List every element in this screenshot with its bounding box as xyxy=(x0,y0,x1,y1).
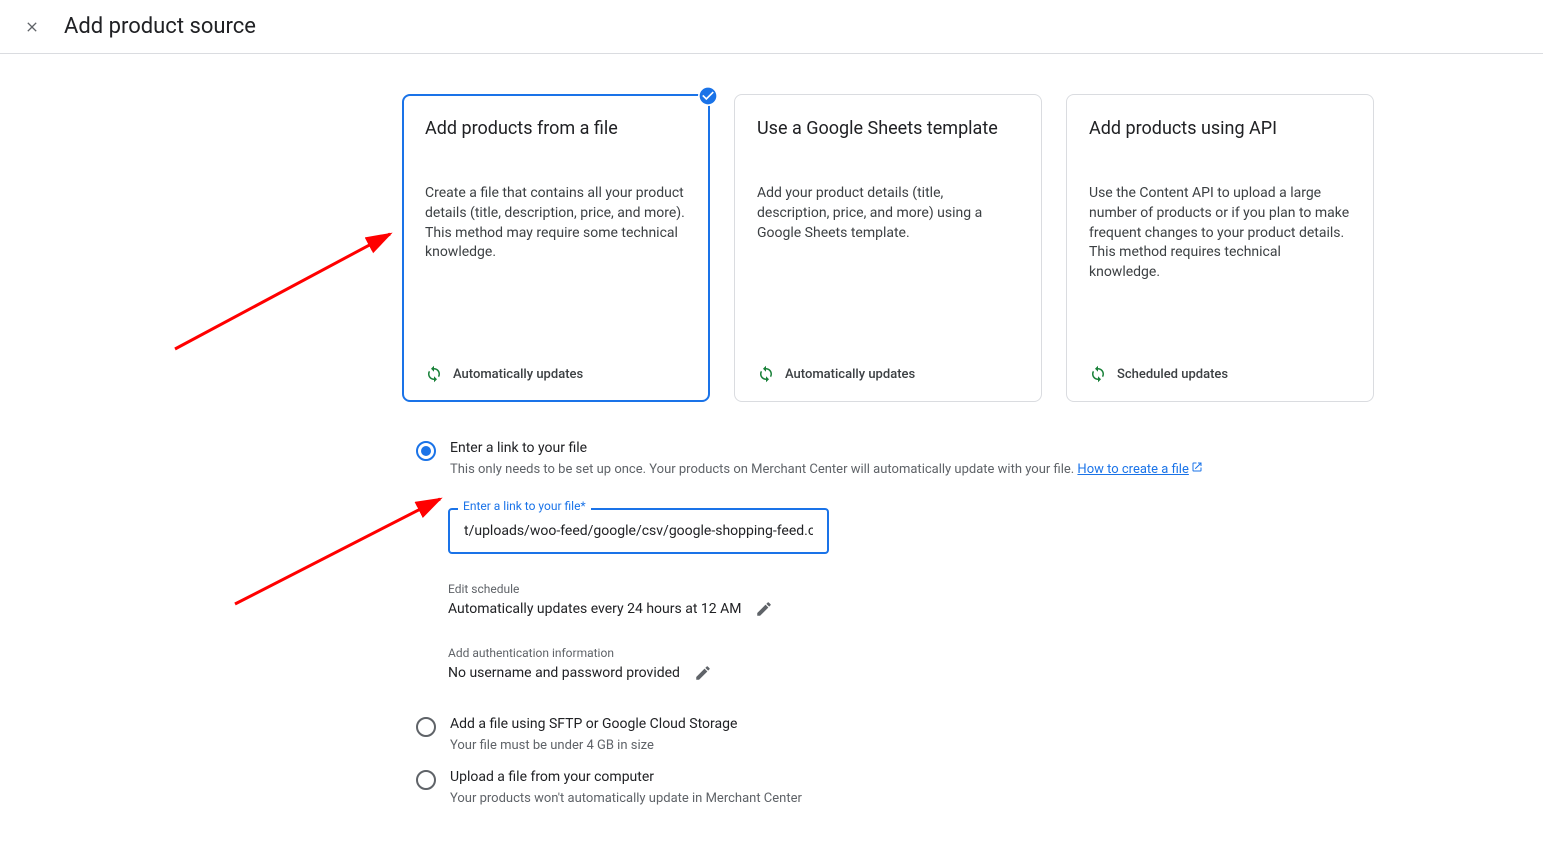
radio-subtitle: Your file must be under 4 GB in size xyxy=(450,736,1400,756)
schedule-value: Automatically updates every 24 hours at … xyxy=(448,601,741,617)
radio-title: Enter a link to your file xyxy=(450,440,1400,456)
open-in-new-icon xyxy=(1191,460,1203,480)
radio-subtitle: This only needs to be set up once. Your … xyxy=(450,460,1400,480)
card-add-from-file[interactable]: Add products from a file Create a file t… xyxy=(402,94,710,402)
pencil-icon xyxy=(694,664,712,682)
radio-enter-link[interactable] xyxy=(416,441,436,461)
pencil-icon xyxy=(755,600,773,618)
card-description: Create a file that contains all your pro… xyxy=(425,184,687,365)
card-footer-text: Automatically updates xyxy=(785,367,915,382)
edit-auth-button[interactable] xyxy=(694,664,712,682)
auth-value: No username and password provided xyxy=(448,665,680,681)
card-description: Use the Content API to upload a large nu… xyxy=(1089,184,1351,365)
card-footer-text: Automatically updates xyxy=(453,367,583,382)
radio-title: Add a file using SFTP or Google Cloud St… xyxy=(450,716,1400,732)
radio-title: Upload a file from your computer xyxy=(450,769,1400,785)
radio-subtitle: Your products won't automatically update… xyxy=(450,789,1400,809)
radio-sftp[interactable] xyxy=(416,717,436,737)
sync-icon xyxy=(1089,365,1107,383)
auth-label: Add authentication information xyxy=(448,646,1400,660)
card-title: Add products using API xyxy=(1089,117,1351,140)
card-title: Add products from a file xyxy=(425,117,687,140)
card-api[interactable]: Add products using API Use the Content A… xyxy=(1066,94,1374,402)
page-title: Add product source xyxy=(64,14,256,39)
sync-icon xyxy=(757,365,775,383)
sync-icon xyxy=(425,365,443,383)
close-icon xyxy=(24,19,40,35)
annotation-arrow-2 xyxy=(230,489,450,609)
how-to-create-file-link[interactable]: How to create a file xyxy=(1077,462,1188,477)
card-footer-text: Scheduled updates xyxy=(1117,367,1228,382)
annotation-arrow-1 xyxy=(170,224,400,354)
radio-upload[interactable] xyxy=(416,770,436,790)
card-title: Use a Google Sheets template xyxy=(757,117,1019,140)
file-link-input[interactable] xyxy=(448,508,829,554)
close-button[interactable] xyxy=(20,15,44,39)
card-google-sheets[interactable]: Use a Google Sheets template Add your pr… xyxy=(734,94,1042,402)
radio-subtitle-text: This only needs to be set up once. Your … xyxy=(450,462,1077,477)
card-description: Add your product details (title, descrip… xyxy=(757,184,1019,365)
schedule-label: Edit schedule xyxy=(448,582,1400,596)
check-circle-icon xyxy=(698,86,718,106)
edit-schedule-button[interactable] xyxy=(755,600,773,618)
file-link-field-label: Enter a link to your file* xyxy=(458,499,591,513)
